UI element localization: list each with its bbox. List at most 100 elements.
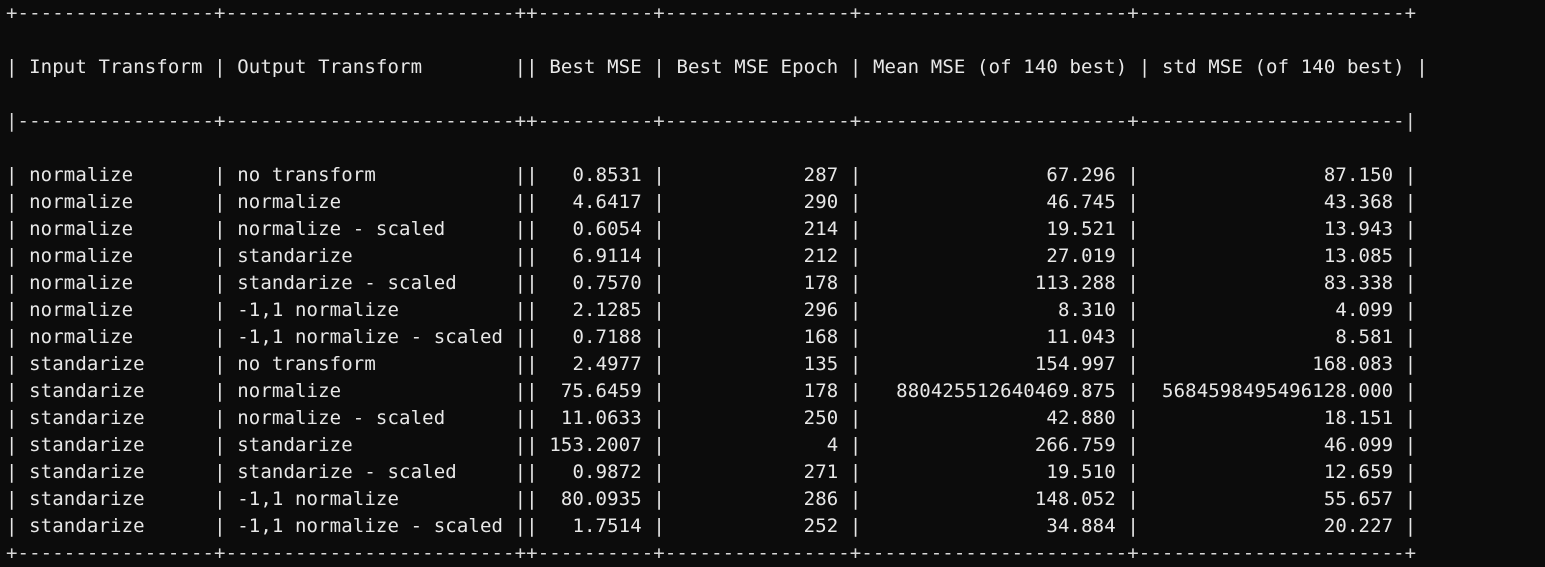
- cell-input-transform: standarize: [29, 461, 145, 483]
- cell-mean-mse: 46.745: [1046, 191, 1116, 213]
- cell-output-transform: -1,1 normalize: [237, 299, 400, 321]
- header-input-transform: Input Transform: [29, 56, 203, 78]
- table-row: | standarize | standarize - scaled || 0.…: [6, 461, 1417, 483]
- cell-best-mse: 11.0633: [560, 407, 642, 429]
- table-row: | standarize | -1,1 normalize || 80.0935…: [6, 488, 1417, 510]
- cell-mean-mse: 67.296: [1046, 164, 1116, 186]
- cell-mean-mse: 8.310: [1057, 299, 1116, 321]
- cell-mean-mse: 266.759: [1034, 434, 1116, 456]
- cell-output-transform: normalize - scaled: [237, 218, 446, 240]
- cell-best-mse: 4.6417: [572, 191, 642, 213]
- cell-mean-mse: 42.880: [1046, 407, 1116, 429]
- cell-best-mse-epoch: 168: [803, 326, 839, 348]
- cell-std-mse: 20.227: [1323, 515, 1394, 537]
- cell-best-mse: 80.0935: [560, 488, 642, 510]
- cell-output-transform: standarize - scaled: [237, 461, 457, 483]
- cell-best-mse-epoch: 178: [803, 380, 839, 402]
- cell-std-mse: 8.581: [1335, 326, 1394, 348]
- table-row: | standarize | -1,1 normalize - scaled |…: [6, 515, 1417, 537]
- cell-output-transform: no transform: [237, 164, 376, 186]
- cell-best-mse: 1.7514: [572, 515, 642, 537]
- cell-best-mse-epoch: 135: [803, 353, 839, 375]
- cell-best-mse: 0.9872: [572, 461, 642, 483]
- cell-std-mse: 13.085: [1323, 245, 1394, 267]
- cell-output-transform: standarize: [237, 245, 353, 267]
- cell-output-transform: -1,1 normalize: [237, 488, 400, 510]
- cell-output-transform: no transform: [237, 353, 376, 375]
- table-header-row: | Input Transform | Output Transform || …: [6, 56, 1428, 78]
- table-body: | normalize | no transform || 0.8531 | 2…: [6, 162, 1545, 540]
- cell-input-transform: normalize: [29, 164, 134, 186]
- cell-best-mse-epoch: 287: [803, 164, 839, 186]
- cell-input-transform: normalize: [29, 218, 134, 240]
- cell-best-mse: 0.7570: [572, 272, 642, 294]
- cell-mean-mse: 19.510: [1046, 461, 1116, 483]
- cell-best-mse-epoch: 252: [803, 515, 839, 537]
- table-bottom-border: +-----------------+---------------------…: [6, 542, 1417, 564]
- cell-input-transform: standarize: [29, 434, 145, 456]
- cell-input-transform: normalize: [29, 299, 134, 321]
- table-row: | standarize | normalize || 75.6459 | 17…: [6, 380, 1417, 402]
- cell-output-transform: standarize - scaled: [237, 272, 457, 294]
- cell-best-mse-epoch: 250: [803, 407, 839, 429]
- table-row: | standarize | normalize - scaled || 11.…: [6, 407, 1417, 429]
- cell-input-transform: normalize: [29, 272, 134, 294]
- cell-best-mse: 0.6054: [572, 218, 642, 240]
- cell-output-transform: -1,1 normalize - scaled: [237, 326, 504, 348]
- cell-mean-mse: 148.052: [1034, 488, 1116, 510]
- cell-mean-mse: 19.521: [1046, 218, 1116, 240]
- cell-mean-mse: 880425512640469.875: [896, 380, 1116, 402]
- cell-mean-mse: 11.043: [1046, 326, 1116, 348]
- header-mean-mse: Mean MSE (of 140 best): [873, 56, 1128, 78]
- cell-input-transform: normalize: [29, 326, 134, 348]
- ascii-table: +-----------------+---------------------…: [6, 0, 1545, 567]
- cell-best-mse-epoch: 214: [803, 218, 839, 240]
- table-top-border: +-----------------+---------------------…: [6, 2, 1417, 24]
- cell-best-mse: 2.4977: [572, 353, 642, 375]
- cell-output-transform: normalize: [237, 191, 342, 213]
- cell-best-mse-epoch: 178: [803, 272, 839, 294]
- cell-std-mse: 18.151: [1323, 407, 1394, 429]
- table-row: | normalize | -1,1 normalize - scaled ||…: [6, 326, 1417, 348]
- cell-output-transform: normalize: [237, 380, 342, 402]
- cell-std-mse: 55.657: [1323, 488, 1394, 510]
- cell-best-mse: 2.1285: [572, 299, 642, 321]
- cell-output-transform: normalize - scaled: [237, 407, 446, 429]
- cell-best-mse: 6.9114: [572, 245, 642, 267]
- cell-mean-mse: 34.884: [1046, 515, 1116, 537]
- table-row: | normalize | normalize - scaled || 0.60…: [6, 218, 1417, 240]
- cell-input-transform: standarize: [29, 380, 145, 402]
- cell-input-transform: normalize: [29, 245, 134, 267]
- cell-best-mse: 0.7188: [572, 326, 642, 348]
- cell-std-mse: 5684598495496128.000: [1162, 380, 1394, 402]
- cell-std-mse: 43.368: [1323, 191, 1394, 213]
- cell-std-mse: 4.099: [1335, 299, 1394, 321]
- cell-best-mse: 75.6459: [560, 380, 642, 402]
- table-row: | normalize | normalize || 4.6417 | 290 …: [6, 191, 1417, 213]
- cell-best-mse-epoch: 296: [803, 299, 839, 321]
- header-best-mse-epoch: Best MSE Epoch: [676, 56, 839, 78]
- table-row: | normalize | no transform || 0.8531 | 2…: [6, 164, 1417, 186]
- cell-std-mse: 13.943: [1323, 218, 1394, 240]
- table-row: | standarize | standarize || 153.2007 | …: [6, 434, 1417, 456]
- cell-best-mse: 153.2007: [549, 434, 642, 456]
- cell-input-transform: standarize: [29, 488, 145, 510]
- cell-best-mse-epoch: 212: [803, 245, 839, 267]
- cell-best-mse-epoch: 290: [803, 191, 839, 213]
- cell-output-transform: standarize: [237, 434, 353, 456]
- header-std-mse: std MSE (of 140 best): [1162, 56, 1405, 78]
- cell-std-mse: 83.338: [1323, 272, 1394, 294]
- table-row: | normalize | -1,1 normalize || 2.1285 |…: [6, 299, 1417, 321]
- cell-input-transform: normalize: [29, 191, 134, 213]
- cell-best-mse-epoch: 4: [826, 434, 839, 456]
- cell-input-transform: standarize: [29, 353, 145, 375]
- cell-mean-mse: 154.997: [1034, 353, 1116, 375]
- cell-output-transform: -1,1 normalize - scaled: [237, 515, 504, 537]
- table-row: | normalize | standarize || 6.9114 | 212…: [6, 245, 1417, 267]
- table-row: | normalize | standarize - scaled || 0.7…: [6, 272, 1417, 294]
- cell-std-mse: 46.099: [1323, 434, 1394, 456]
- cell-best-mse-epoch: 271: [803, 461, 839, 483]
- cell-std-mse: 87.150: [1323, 164, 1394, 186]
- terminal-window: +-----------------+---------------------…: [0, 0, 1545, 564]
- cell-input-transform: standarize: [29, 515, 145, 537]
